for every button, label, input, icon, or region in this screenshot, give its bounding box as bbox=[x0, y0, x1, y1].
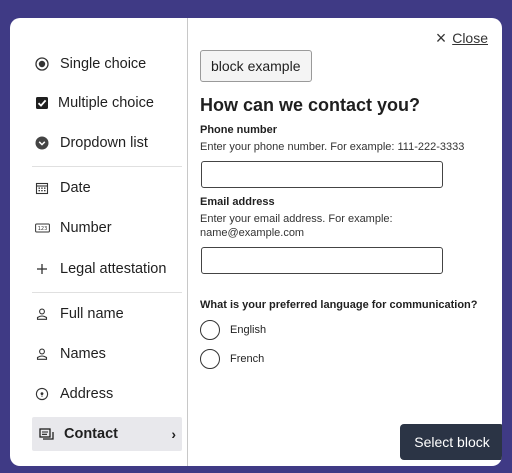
sidebar-item-multiple-choice[interactable]: Multiple choice bbox=[32, 86, 154, 120]
checkbox-checked-icon bbox=[32, 93, 52, 113]
sidebar-item-label: Names bbox=[60, 346, 106, 362]
sidebar-item-label: Full name bbox=[60, 306, 124, 322]
person-icon bbox=[32, 344, 52, 364]
sidebar-divider bbox=[32, 166, 182, 167]
block-type-sidebar: Single choice Multiple choice Dropdown l… bbox=[10, 18, 188, 466]
block-picker-dialog: Single choice Multiple choice Dropdown l… bbox=[10, 18, 502, 466]
email-hint: Enter your email address. For example: n… bbox=[200, 213, 393, 239]
radio-selected-icon bbox=[32, 54, 52, 74]
email-label: Email address bbox=[200, 196, 275, 208]
radio-option-french[interactable]: French bbox=[200, 349, 264, 369]
chevron-right-icon: › bbox=[171, 426, 176, 442]
radio-option-english[interactable]: English bbox=[200, 320, 266, 340]
radio-label: French bbox=[230, 353, 265, 365]
calendar-icon bbox=[32, 178, 52, 198]
email-field[interactable] bbox=[201, 247, 443, 274]
sidebar-item-label: Address bbox=[60, 386, 114, 402]
sidebar-item-legal-attestation[interactable]: Legal attestation bbox=[32, 252, 166, 286]
radio-button[interactable] bbox=[200, 320, 220, 340]
block-example-chip[interactable]: block example bbox=[200, 50, 312, 82]
plus-icon bbox=[32, 259, 52, 279]
svg-text:123: 123 bbox=[37, 226, 47, 232]
block-preview: block example How can we contact you? Ph… bbox=[200, 18, 502, 466]
sidebar-item-label: Legal attestation bbox=[60, 261, 167, 277]
sidebar-item-contact[interactable]: Contact › bbox=[32, 417, 182, 451]
location-pin-icon bbox=[32, 384, 52, 404]
sidebar-item-single-choice[interactable]: Single choice bbox=[32, 47, 146, 81]
sidebar-item-dropdown-list[interactable]: Dropdown list bbox=[32, 126, 148, 160]
sidebar-item-label: Dropdown list bbox=[60, 135, 148, 151]
sidebar-item-label: Multiple choice bbox=[58, 95, 154, 111]
person-icon bbox=[32, 304, 52, 324]
sidebar-item-label: Single choice bbox=[60, 56, 147, 72]
radio-label: English bbox=[230, 324, 267, 336]
number-icon: 123 bbox=[32, 218, 52, 238]
page-title: How can we contact you? bbox=[200, 95, 421, 115]
sidebar-item-number[interactable]: 123 Number bbox=[32, 211, 112, 245]
sidebar-item-label: Number bbox=[60, 220, 112, 236]
sidebar-item-label: Date bbox=[60, 180, 91, 196]
sidebar-divider bbox=[32, 292, 182, 293]
select-block-button[interactable]: Select block bbox=[400, 424, 502, 460]
sidebar-item-full-name[interactable]: Full name bbox=[32, 297, 124, 331]
phone-field[interactable] bbox=[201, 161, 443, 188]
sidebar-item-address[interactable]: Address bbox=[32, 377, 113, 411]
phone-hint: Enter your phone number. For example: 11… bbox=[200, 141, 465, 153]
dropdown-icon bbox=[32, 133, 52, 153]
sidebar-item-names[interactable]: Names bbox=[32, 337, 106, 371]
phone-label: Phone number bbox=[200, 124, 278, 136]
sidebar-item-label: Contact bbox=[64, 426, 118, 442]
sidebar-item-date[interactable]: Date bbox=[32, 171, 91, 205]
radio-button[interactable] bbox=[200, 349, 220, 369]
language-question: What is your preferred language for comm… bbox=[200, 299, 478, 311]
contact-icon bbox=[36, 424, 56, 444]
